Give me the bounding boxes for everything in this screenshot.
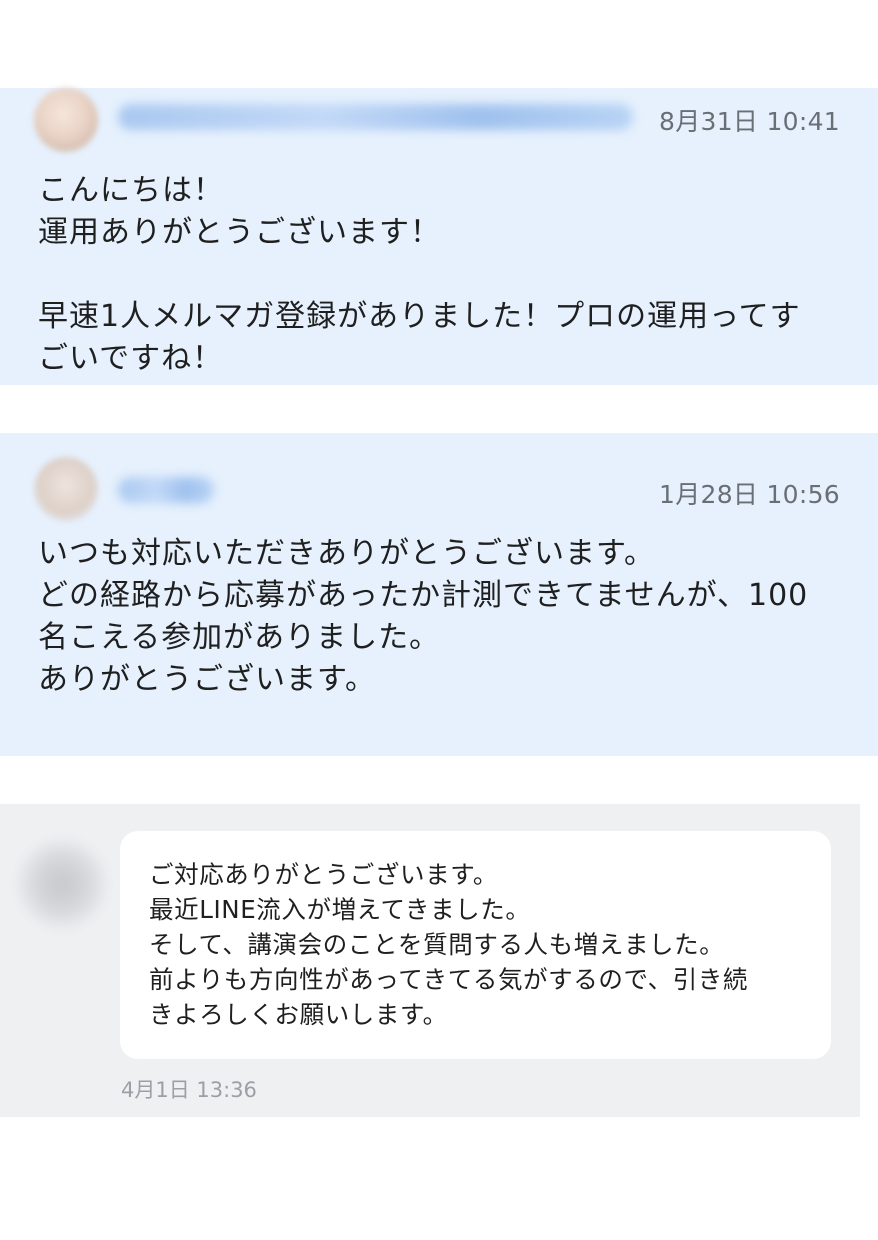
message-line: いつも対応いただきありがとうございます。 xyxy=(38,536,655,571)
message-timestamp: 1月28日 10:56 xyxy=(658,480,840,509)
message-line: 前よりも方向性があってきてる気がするので、引き続 xyxy=(149,965,748,994)
message-line: 名こえる参加がありました。 xyxy=(38,620,441,655)
message-card: 8月31日 10:41 こんにちは！ 運用ありがとうございます！ 早速1人メルマ… xyxy=(0,88,878,385)
sender-name-redacted xyxy=(118,104,633,130)
message-line: 運用ありがとうございます！ xyxy=(38,215,441,250)
message-card: 1月28日 10:56 いつも対応いただきありがとうございます。 どの経路から応… xyxy=(0,433,878,756)
message-line: きよろしくお願いします。 xyxy=(149,1000,448,1029)
chat-message: ご対応ありがとうございます。 最近LINE流入が増えてきました。 そして、講演会… xyxy=(0,804,860,1117)
message-line: ごいですね！ xyxy=(38,341,224,376)
sender-name-redacted xyxy=(118,477,214,503)
message-body: いつも対応いただきありがとうございます。 どの経路から応募があったか計測できてま… xyxy=(38,533,842,701)
avatar[interactable] xyxy=(14,836,110,932)
message-line: こんにちは！ xyxy=(38,173,224,208)
message-line: どの経路から応募があったか計測できてませんが、100 xyxy=(38,578,809,613)
message-line: ご対応ありがとうございます。 xyxy=(149,860,498,889)
avatar[interactable] xyxy=(34,457,98,521)
message-body: こんにちは！ 運用ありがとうございます！ 早速1人メルマガ登録がありました！プロ… xyxy=(38,170,842,380)
message-line: 早速1人メルマガ登録がありました！プロの運用ってす xyxy=(38,299,801,334)
message-line: 最近LINE流入が増えてきました。 xyxy=(149,895,531,924)
message-line: そして、講演会のことを質問する人も増えました。 xyxy=(149,930,725,959)
message-timestamp: 8月31日 10:41 xyxy=(658,107,840,136)
chat-timestamp: 4月1日 13:36 xyxy=(121,1078,257,1102)
chat-bubble[interactable]: ご対応ありがとうございます。 最近LINE流入が増えてきました。 そして、講演会… xyxy=(120,831,831,1059)
message-line: ありがとうございます。 xyxy=(38,662,376,697)
avatar[interactable] xyxy=(34,88,98,152)
